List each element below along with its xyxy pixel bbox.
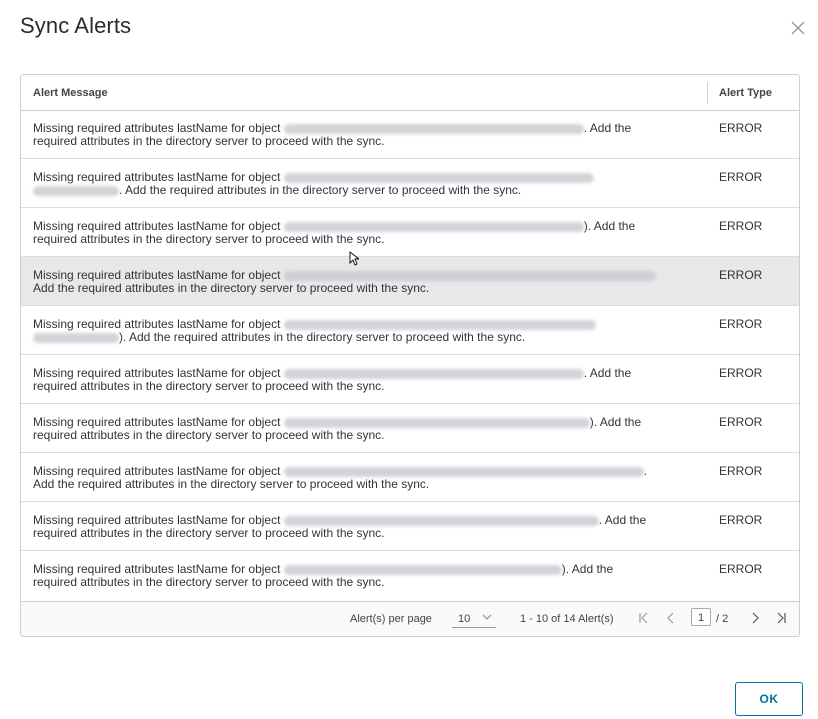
column-header-alert-type[interactable]: Alert Type xyxy=(719,87,772,99)
redacted-object-id xyxy=(283,515,599,526)
table-body: Missing required attributes lastName for… xyxy=(21,110,799,599)
redacted-object-id xyxy=(283,221,584,232)
chevron-down-icon xyxy=(482,614,492,620)
alert-message-cell: Missing required attributes lastName for… xyxy=(33,514,693,540)
alert-message-cell: Missing required attributes lastName for… xyxy=(33,563,693,589)
alert-message-text: Missing required attributes lastName for… xyxy=(33,219,284,233)
alert-message-text: Missing required attributes lastName for… xyxy=(33,562,284,576)
alert-message-text: . Add the xyxy=(598,513,647,527)
redacted-object-id xyxy=(283,368,584,379)
alert-message-text: . Add the xyxy=(583,121,632,135)
alert-type-cell: ERROR xyxy=(719,219,763,233)
first-page-icon[interactable] xyxy=(636,610,652,626)
alert-message-text: ). Add the xyxy=(561,562,614,576)
alert-message-text: required attributes in the directory ser… xyxy=(33,526,385,540)
alerts-table: Alert Message Alert Type Missing require… xyxy=(20,74,800,637)
table-row[interactable]: Missing required attributes lastName for… xyxy=(21,551,799,599)
redacted-object-id xyxy=(283,123,584,134)
table-header: Alert Message Alert Type xyxy=(21,75,799,111)
alert-message-text: Missing required attributes lastName for… xyxy=(33,513,284,527)
close-icon[interactable] xyxy=(788,18,808,38)
alert-message-text: ). Add the xyxy=(583,219,636,233)
table-row[interactable]: Missing required attributes lastName for… xyxy=(21,257,799,306)
alert-type-cell: ERROR xyxy=(719,513,763,527)
alert-type-cell: ERROR xyxy=(719,464,763,478)
alert-message-cell: Missing required attributes lastName for… xyxy=(33,416,693,442)
alert-message-cell: Missing required attributes lastName for… xyxy=(33,318,693,344)
alert-message-text: Missing required attributes lastName for… xyxy=(33,415,284,429)
pagination-bar: Alert(s) per page 10 1 - 10 of 14 Alert(… xyxy=(21,601,799,636)
redacted-object-id xyxy=(33,185,119,196)
alert-message-text: ). Add the required attributes in the di… xyxy=(119,330,526,344)
table-row[interactable]: Missing required attributes lastName for… xyxy=(21,502,799,551)
column-resize-handle[interactable] xyxy=(707,82,708,104)
table-row[interactable]: Missing required attributes lastName for… xyxy=(21,404,799,453)
redacted-object-id xyxy=(283,466,644,477)
alert-type-cell: ERROR xyxy=(719,562,763,576)
alert-type-cell: ERROR xyxy=(719,170,763,184)
alert-message-text: Missing required attributes lastName for… xyxy=(33,464,284,478)
alert-message-cell: Missing required attributes lastName for… xyxy=(33,171,693,197)
alert-type-cell: ERROR xyxy=(719,415,763,429)
alert-message-text: required attributes in the directory ser… xyxy=(33,379,385,393)
alert-message-text: required attributes in the directory ser… xyxy=(33,575,385,589)
per-page-label: Alert(s) per page xyxy=(350,613,432,625)
range-text: 1 - 10 of 14 Alert(s) xyxy=(520,613,614,625)
redacted-object-id xyxy=(283,564,562,575)
table-row[interactable]: Missing required attributes lastName for… xyxy=(21,208,799,257)
alert-message-cell: Missing required attributes lastName for… xyxy=(33,220,693,246)
alert-message-text: Missing required attributes lastName for… xyxy=(33,121,284,135)
alert-message-text: Missing required attributes lastName for… xyxy=(33,317,284,331)
table-row[interactable]: Missing required attributes lastName for… xyxy=(21,355,799,404)
alert-message-text: required attributes in the directory ser… xyxy=(33,134,385,148)
mouse-cursor-icon xyxy=(349,251,359,266)
alert-message-text: Add the required attributes in the direc… xyxy=(33,281,430,295)
table-row[interactable]: Missing required attributes lastName for… xyxy=(21,306,799,355)
alert-message-text: Add the required attributes in the direc… xyxy=(33,477,430,491)
alert-message-cell: Missing required attributes lastName for… xyxy=(33,367,693,393)
alert-type-cell: ERROR xyxy=(719,317,763,331)
last-page-icon[interactable] xyxy=(773,610,789,626)
redacted-object-id xyxy=(283,417,590,428)
alert-message-text: Missing required attributes lastName for… xyxy=(33,268,284,282)
redacted-object-id xyxy=(283,319,596,330)
dialog-title: Sync Alerts xyxy=(20,13,132,38)
alert-message-text: . Add the required attributes in the dir… xyxy=(119,183,522,197)
alert-message-cell: Missing required attributes lastName for… xyxy=(33,269,693,295)
alert-message-text: Missing required attributes lastName for… xyxy=(33,366,284,380)
per-page-value: 10 xyxy=(458,613,471,625)
alert-message-cell: Missing required attributes lastName for… xyxy=(33,465,693,491)
alert-message-text: required attributes in the directory ser… xyxy=(33,232,385,246)
alert-message-text: ). Add the xyxy=(589,415,642,429)
alert-type-cell: ERROR xyxy=(719,366,763,380)
alert-type-cell: ERROR xyxy=(719,268,763,282)
alert-message-text: required attributes in the directory ser… xyxy=(33,428,385,442)
redacted-object-id xyxy=(283,172,594,183)
ok-button[interactable]: OK xyxy=(735,682,803,716)
table-row[interactable]: Missing required attributes lastName for… xyxy=(21,159,799,208)
prev-page-icon[interactable] xyxy=(663,610,679,626)
redacted-object-id xyxy=(283,270,656,281)
next-page-icon[interactable] xyxy=(747,610,763,626)
alert-message-text: . Add the xyxy=(583,366,632,380)
table-row[interactable]: Missing required attributes lastName for… xyxy=(21,453,799,502)
table-row[interactable]: Missing required attributes lastName for… xyxy=(21,110,799,159)
per-page-select[interactable]: 10 xyxy=(452,609,496,628)
alert-type-cell: ERROR xyxy=(719,121,763,135)
column-header-alert-message[interactable]: Alert Message xyxy=(33,87,108,99)
alert-message-text: . xyxy=(643,464,648,478)
total-pages-text: / 2 xyxy=(716,613,729,625)
alert-message-text: Missing required attributes lastName for… xyxy=(33,170,284,184)
alert-message-cell: Missing required attributes lastName for… xyxy=(33,122,693,148)
redacted-object-id xyxy=(33,332,119,343)
current-page-input[interactable]: 1 xyxy=(691,608,711,626)
